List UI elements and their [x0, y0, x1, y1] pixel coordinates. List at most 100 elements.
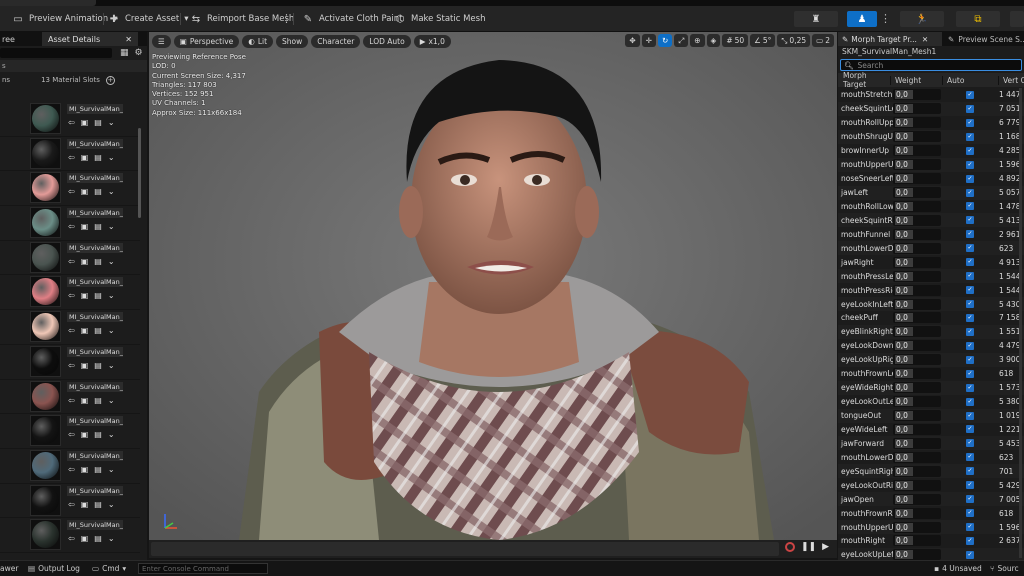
use-selected-icon[interactable]: ⇦: [68, 500, 75, 509]
material-thumbnail[interactable]: [32, 139, 59, 167]
browse-icon[interactable]: ▣: [81, 465, 89, 474]
auto-checkbox[interactable]: ✓: [966, 160, 974, 169]
auto-checkbox[interactable]: ✓: [966, 132, 974, 141]
material-slot-row[interactable]: MI_SurvivalMan_E ⇦ ▣ ▤ ⌄: [0, 241, 140, 276]
console-command-input[interactable]: Enter Console Command: [138, 563, 268, 574]
material-name-field[interactable]: MI_SurvivalMan_E: [67, 416, 123, 427]
browse-icon[interactable]: ▣: [81, 500, 89, 509]
morph-target-row[interactable]: eyeLookInLeft 0,0 ✓ 5 430: [838, 297, 1024, 311]
scale-tool-icon[interactable]: ⤢: [674, 34, 689, 47]
auto-checkbox[interactable]: ✓: [966, 509, 974, 518]
auto-checkbox[interactable]: ✓: [966, 467, 974, 476]
morph-weight-field[interactable]: 0,0: [893, 507, 941, 519]
show-button[interactable]: Show: [276, 34, 309, 48]
morph-weight-field[interactable]: 0,0: [893, 451, 941, 463]
morph-target-row[interactable]: eyeWideLeft 0,0 ✓ 1 221: [838, 423, 1024, 437]
morph-target-row[interactable]: jawRight 0,0 ✓ 4 913: [838, 255, 1024, 269]
reset-icon[interactable]: ▤: [94, 291, 102, 300]
use-selected-icon[interactable]: ⇦: [68, 187, 75, 196]
morph-target-row[interactable]: mouthPressLeft0,0 ✓ 1 544: [838, 269, 1024, 284]
reset-icon[interactable]: ▤: [94, 118, 102, 127]
blueprint-mode-button[interactable]: ⧉: [956, 11, 1000, 27]
material-thumbnail[interactable]: [32, 209, 59, 237]
auto-checkbox[interactable]: ✓: [966, 216, 974, 225]
use-selected-icon[interactable]: ⇦: [68, 361, 75, 370]
morph-weight-field[interactable]: 0,0: [893, 465, 941, 477]
material-name-field[interactable]: MI_SurvivalMan_E: [67, 450, 123, 461]
reset-icon[interactable]: ▤: [94, 361, 102, 370]
morph-target-row[interactable]: noseSneerLeft 0,0 ✓ 4 892: [838, 172, 1024, 186]
chevron-down-icon[interactable]: ⌄: [108, 326, 115, 335]
output-log-button[interactable]: ▤ Output Log: [28, 564, 80, 573]
reset-icon[interactable]: ▤: [94, 396, 102, 405]
tab-skeleton-tree[interactable]: ree: [0, 35, 42, 44]
col-morph-target[interactable]: Morph Target: [838, 71, 890, 89]
chevron-down-icon[interactable]: ⌄: [108, 118, 115, 127]
auto-checkbox[interactable]: ✓: [966, 244, 974, 253]
morph-target-row[interactable]: mouthShrugUpper0,0 ✓ 1 168: [838, 129, 1024, 144]
timeline-scrubber[interactable]: [151, 542, 779, 556]
morph-weight-field[interactable]: 0,0: [893, 270, 941, 282]
chevron-down-icon[interactable]: ⌄: [108, 222, 115, 231]
browse-icon[interactable]: ▣: [81, 326, 89, 335]
mesh-mode-button[interactable]: ♟: [847, 11, 877, 27]
material-name-field[interactable]: MI_SurvivalMan_H: [67, 312, 123, 323]
auto-checkbox[interactable]: ✓: [966, 369, 974, 378]
material-slot-row[interactable]: MI_SurvivalMan_B ⇦ ▣ ▤ ⌄: [0, 171, 140, 207]
morph-target-row[interactable]: eyeWideRight 0,0 ✓ 1 573: [838, 380, 1024, 395]
material-slot-row[interactable]: MI_SurvivalMan_T ⇦ ▣ ▤ ⌄: [0, 275, 140, 311]
morph-weight-field[interactable]: 0,0: [893, 396, 941, 408]
auto-checkbox[interactable]: ✓: [966, 495, 974, 504]
reset-icon[interactable]: ▤: [94, 500, 102, 509]
morph-weight-field[interactable]: 0,0: [893, 535, 941, 547]
character-button[interactable]: Character: [311, 34, 361, 48]
chevron-down-icon[interactable]: ⌄: [108, 396, 115, 405]
auto-checkbox[interactable]: ✓: [966, 536, 974, 545]
material-thumbnail[interactable]: [32, 486, 59, 514]
preview-animation-button[interactable]: ▭ Preview Animation ▾: [12, 11, 117, 27]
morph-weight-field[interactable]: 0,0: [893, 493, 941, 505]
morph-target-row[interactable]: mouthFunnel 0,0 ✓ 2 961: [838, 227, 1024, 241]
scale-snap-button[interactable]: ⤡ 0,25: [777, 34, 811, 47]
chevron-down-icon[interactable]: ⌄: [108, 291, 115, 300]
morph-weight-field[interactable]: 0,0: [893, 340, 941, 352]
auto-checkbox[interactable]: ✓: [966, 202, 974, 211]
col-vert-count[interactable]: Vert Co: [998, 75, 1024, 85]
physics-mode-button[interactable]: [1010, 11, 1024, 27]
morph-weight-field[interactable]: 0,0: [893, 298, 941, 310]
morph-target-row[interactable]: jawForward 0,0 ✓ 5 453: [838, 436, 1024, 451]
auto-checkbox[interactable]: ✓: [966, 300, 974, 309]
material-name-field[interactable]: MI_SurvivalMan_: [67, 208, 123, 219]
cmd-button[interactable]: ▭ Cmd ▾: [92, 564, 126, 573]
pause-icon[interactable]: ❚❚: [801, 542, 816, 552]
reset-icon[interactable]: ▤: [94, 257, 102, 266]
auto-checkbox[interactable]: ✓: [966, 258, 974, 267]
auto-checkbox[interactable]: ✓: [966, 118, 974, 127]
content-drawer-button[interactable]: awer: [0, 564, 18, 573]
chevron-down-icon[interactable]: ⌄: [108, 153, 115, 162]
world-local-icon[interactable]: ⊕: [690, 34, 705, 47]
morph-weight-field[interactable]: 0,0: [893, 368, 941, 380]
morph-weight-field[interactable]: 0,0: [893, 200, 941, 212]
morph-target-row[interactable]: mouthLowerDownLeft0,0 ✓ 623: [838, 241, 1024, 256]
morph-target-row[interactable]: mouthUpperUpLeft0,0 ✓ 1 596: [838, 157, 1024, 172]
auto-checkbox[interactable]: ✓: [966, 327, 974, 336]
morph-weight-field[interactable]: 0,0: [893, 187, 941, 199]
tab-morph-target-preview[interactable]: ✎ Morph Target Pr... ✕: [838, 32, 942, 46]
morph-target-row[interactable]: mouthRollUpper0,0 ✓ 6 779: [838, 116, 1024, 130]
material-slot-row[interactable]: MI_SurvivalMan_E ⇦ ▣ ▤ ⌄: [0, 102, 140, 137]
browse-icon[interactable]: ▣: [81, 430, 89, 439]
morph-weight-field[interactable]: 0,0: [893, 521, 941, 533]
auto-checkbox[interactable]: ✓: [966, 439, 974, 448]
close-icon[interactable]: ✕: [922, 35, 928, 44]
reset-icon[interactable]: ▤: [94, 153, 102, 162]
morph-target-row[interactable]: browInnerUp 0,0 ✓ 4 285: [838, 144, 1024, 158]
material-slot-row[interactable]: MI_SurvivalMan_E ⇦ ▣ ▤ ⌄: [0, 518, 140, 553]
col-weight[interactable]: Weight: [890, 75, 942, 85]
auto-checkbox[interactable]: ✓: [966, 104, 974, 113]
material-slot-row[interactable]: MI_SurvivalMan_E ⇦ ▣ ▤ ⌄: [0, 449, 140, 484]
perspective-button[interactable]: ▣ Perspective: [173, 34, 240, 48]
morph-target-row[interactable]: tongueOut 0,0 ✓ 1 019: [838, 408, 1024, 423]
add-slot-icon[interactable]: +: [105, 75, 115, 85]
morph-target-row[interactable]: mouthFrownRight0,0 ✓ 618: [838, 506, 1024, 520]
